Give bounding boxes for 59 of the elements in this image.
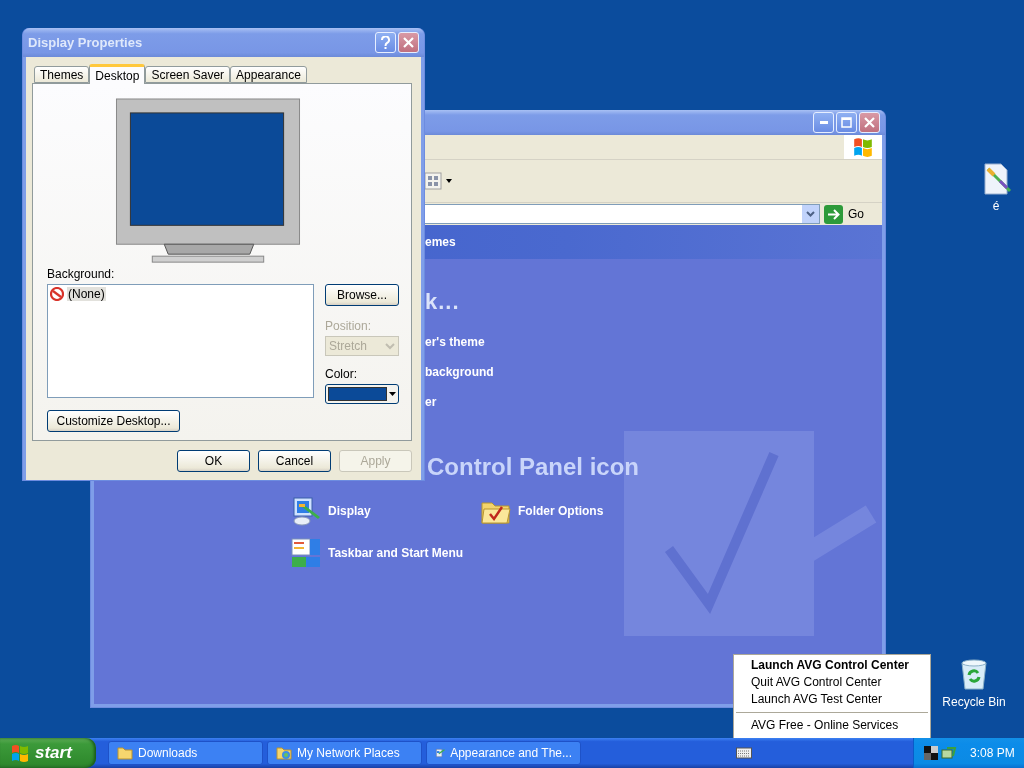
browse-button[interactable]: Browse... bbox=[325, 284, 399, 307]
menu-item[interactable]: Launch AVG Control Center bbox=[734, 657, 930, 674]
minimize-button[interactable] bbox=[813, 112, 834, 133]
go-button[interactable]: Go bbox=[824, 204, 864, 224]
close-button[interactable] bbox=[398, 32, 419, 53]
folder-icon bbox=[117, 745, 133, 761]
color-label: Color: bbox=[325, 367, 358, 382]
dialog-button[interactable]: OK bbox=[177, 450, 250, 472]
clock: 3:08 PM bbox=[970, 746, 1015, 760]
arrow-right-icon bbox=[824, 204, 843, 224]
maximize-button[interactable] bbox=[836, 112, 857, 133]
tab[interactable]: Desktop bbox=[89, 64, 146, 84]
customize-desktop-button[interactable]: Customize Desktop... bbox=[47, 410, 180, 432]
tab[interactable]: Themes bbox=[34, 66, 90, 83]
control-panel-item[interactable]: Taskbar and Start Menu bbox=[290, 537, 464, 569]
section-title: Control Panel icon bbox=[427, 453, 639, 481]
chevron-down-icon bbox=[806, 211, 815, 217]
tab[interactable]: Screen Saver bbox=[145, 66, 231, 83]
tab[interactable]: Appearance bbox=[230, 66, 307, 83]
control-panel-item[interactable]: Display bbox=[290, 495, 371, 527]
close-icon bbox=[864, 117, 875, 128]
desktop-icon-label[interactable]: é bbox=[992, 199, 1000, 213]
checkered-tray-icon[interactable] bbox=[924, 746, 938, 760]
dropdown-button[interactable] bbox=[802, 205, 819, 223]
task-heading: k... bbox=[425, 289, 460, 315]
task-link[interactable]: er's theme bbox=[425, 335, 485, 349]
windows-flag-icon bbox=[852, 136, 874, 158]
caret-icon bbox=[389, 392, 396, 397]
desktop-icon-label[interactable]: Recycle Bin bbox=[942, 695, 1006, 709]
task-link[interactable]: background bbox=[425, 365, 494, 379]
minimize-icon bbox=[819, 121, 828, 124]
background-label: Background: bbox=[47, 267, 116, 282]
help-button[interactable] bbox=[375, 32, 396, 53]
taskbar-settings-icon bbox=[290, 537, 322, 569]
category-title: emes bbox=[425, 235, 456, 249]
no-entry-icon bbox=[50, 287, 64, 302]
menu-item[interactable]: Quit AVG Control Center bbox=[734, 674, 930, 691]
taskbar-button[interactable]: My Network Places bbox=[267, 741, 422, 765]
menu-item[interactable]: Launch AVG Test Center bbox=[734, 691, 930, 708]
taskbar-button[interactable]: Downloads bbox=[108, 741, 263, 765]
close-button[interactable] bbox=[859, 112, 880, 133]
dialog-button[interactable]: Cancel bbox=[258, 450, 331, 472]
close-icon bbox=[403, 37, 414, 48]
position-label: Position: bbox=[325, 319, 373, 334]
network-folder-icon bbox=[276, 745, 292, 761]
keyboard-icon[interactable] bbox=[736, 747, 752, 759]
caret-icon[interactable] bbox=[446, 179, 452, 183]
windows-flag-icon bbox=[10, 743, 30, 763]
start-button[interactable]: start bbox=[0, 738, 96, 768]
maximize-icon bbox=[841, 117, 852, 128]
window-title: Display Properties bbox=[28, 35, 143, 50]
menu-item[interactable]: AVG Free - Online Services bbox=[734, 717, 930, 734]
task-link[interactable]: er bbox=[425, 395, 437, 409]
taskbar-button[interactable]: Appearance and The... bbox=[426, 741, 581, 765]
help-icon bbox=[381, 36, 390, 49]
control-panel-item[interactable]: Folder Options bbox=[480, 495, 604, 527]
display-icon bbox=[290, 495, 322, 527]
recycle-bin-icon bbox=[958, 657, 990, 691]
color-picker[interactable] bbox=[325, 384, 399, 405]
